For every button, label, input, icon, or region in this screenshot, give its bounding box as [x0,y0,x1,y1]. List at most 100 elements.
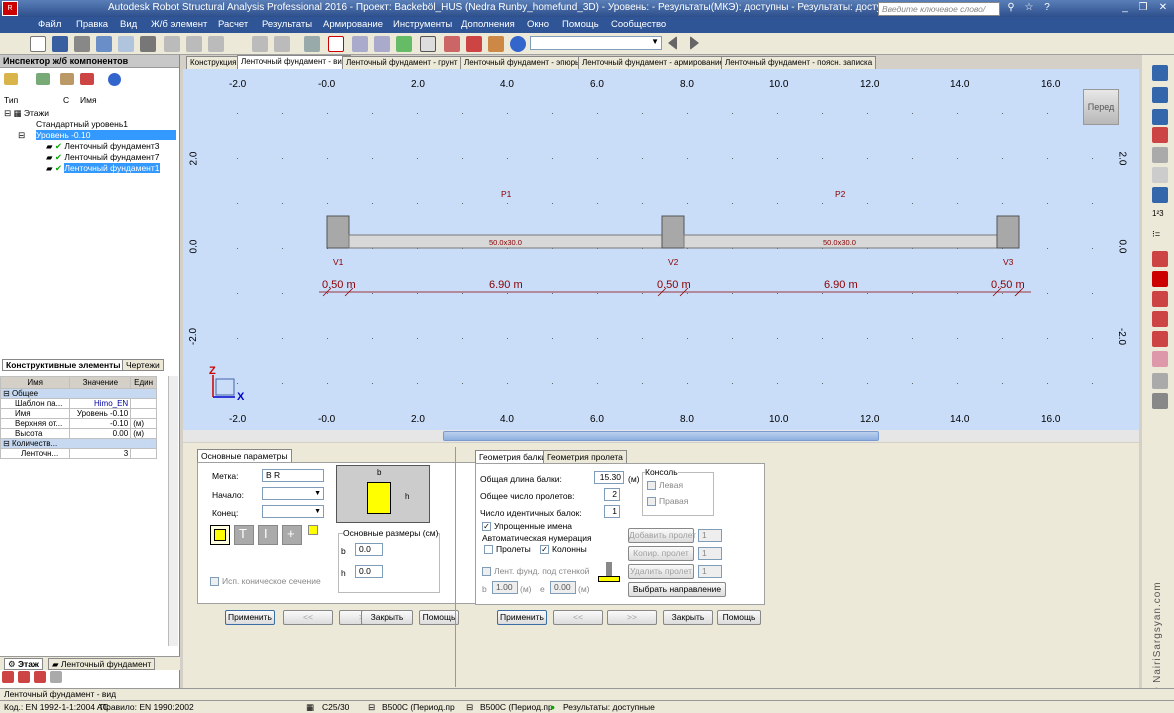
delete-span-button[interactable]: Удалить пролет [628,564,694,579]
t-section-button[interactable]: T [234,525,254,545]
copy-icon[interactable] [186,36,202,52]
star-icon[interactable]: ☆ [1022,1,1036,14]
menu-rc-element[interactable]: Ж/б элемент [151,19,207,30]
h-input[interactable]: 0.0 [355,565,383,578]
save-icon[interactable] [52,36,68,52]
minimize-icon[interactable]: _ [1118,1,1132,14]
apply-button[interactable]: Применить [497,610,547,625]
people-icon[interactable] [444,36,460,52]
globe-help-icon[interactable] [510,36,526,52]
tree-node-level[interactable]: Уровень -0.10 [36,130,176,140]
select-direction-button[interactable]: Выбрать направление [628,582,726,597]
report-icon[interactable] [118,36,134,52]
tab-strip-foundation[interactable]: ▰ Ленточный фундамент [48,658,156,670]
help-icon[interactable]: ? [1040,1,1054,14]
load-icon[interactable] [1152,187,1168,203]
right-console-checkbox[interactable] [647,497,656,506]
close-button[interactable]: Закрыть [361,610,413,625]
prop-row[interactable]: Шаблон па... Himo_EN [0,398,157,409]
wrench-icon[interactable] [488,36,504,52]
tab-strip-reinforcement[interactable]: Ленточный фундамент - армирование [578,56,728,69]
dimension-icon[interactable] [1152,291,1168,307]
t-section-icon[interactable] [1152,271,1168,287]
search-input[interactable]: Введите ключевое слово/фразу [878,2,1000,26]
model-icon[interactable] [466,36,482,52]
paste-icon[interactable] [208,36,224,52]
delete-span-spin[interactable]: 1 [698,565,722,578]
tree-node-standard-level[interactable]: Стандартный уровень1 [36,119,128,129]
calc-icon[interactable] [420,36,436,52]
identical-input[interactable]: 1 [604,505,620,518]
copy-span-button[interactable]: Копир. пролет [628,546,694,561]
scrollbar-thumb[interactable] [443,431,879,441]
level-icon[interactable] [2,671,14,683]
menu-analysis[interactable]: Расчет [218,19,248,30]
redo-icon[interactable] [274,36,290,52]
close-icon[interactable]: ✕ [1156,1,1170,14]
menu-reinforcement[interactable]: Армирование [323,19,383,30]
tab-strip-view[interactable]: Ленточный фундамент - вид [237,55,351,69]
menu-window[interactable]: Окно [527,19,549,30]
close-button[interactable]: Закрыть [663,610,713,625]
tab-beam-geometry[interactable]: Геометрия балки [475,450,550,463]
help-button[interactable]: Помощь [419,610,459,625]
prev-button[interactable]: << [283,610,333,625]
help-circle-icon[interactable] [108,73,121,86]
display-icon[interactable] [1152,147,1168,163]
pan-icon[interactable] [374,36,390,52]
book-icon[interactable] [96,36,112,52]
stair-icon[interactable] [18,671,30,683]
cube-icon[interactable] [1152,167,1168,183]
menu-file[interactable]: Файл [38,19,61,30]
pencil-icon[interactable] [36,73,50,85]
menu-addons[interactable]: Дополнения [461,19,515,30]
binoculars-icon[interactable]: ⚲ [1004,1,1018,14]
tab-structure[interactable]: Конструкция [186,56,241,69]
help-button[interactable]: Помощь [717,610,761,625]
left-console-checkbox[interactable] [647,481,656,490]
tab-span-geometry[interactable]: Геометрия пролета [543,450,627,463]
total-length-input[interactable]: 15.30 [594,471,624,484]
stacked-icon[interactable] [1152,351,1168,367]
select-icon[interactable] [328,36,344,52]
wall-e-input[interactable]: 0.00 [550,581,576,594]
prop-row[interactable]: Высота 0.00 (м) [0,428,157,439]
copy-span-spin[interactable]: 1 [698,547,722,560]
table-view-icon[interactable] [1152,393,1168,409]
tab-strip-diagrams[interactable]: Ленточный фундамент - эпюры [460,56,585,69]
add-span-button[interactable]: Добавить пролет [628,528,696,543]
wall-checkbox[interactable] [482,567,491,576]
conical-checkbox[interactable] [210,577,219,586]
bars-icon[interactable] [1152,127,1168,143]
menu-edit[interactable]: Правка [76,19,108,30]
tree-node-floors[interactable]: ⊟ ▦ Этажи [4,108,49,119]
b-input[interactable]: 0.0 [355,543,383,556]
toolbar-dropdown[interactable]: ▼ [530,36,662,50]
simplified-names-checkbox[interactable]: ✓ [482,522,491,531]
tab-strip-notes[interactable]: Ленточный фундамент - поясн. записка [721,56,877,69]
columns-checkbox[interactable]: ✓ [540,545,549,554]
properties-scrollbar[interactable] [168,376,178,646]
span-icon[interactable] [1152,311,1168,327]
menu-help[interactable]: Помощь [562,19,599,30]
axis-icon[interactable]: ⁝= [1152,229,1160,240]
tree-expander-icon[interactable]: ⊟ [18,130,25,141]
tab-structural-elements[interactable]: Конструктивные элементы [2,359,125,371]
support-v3[interactable] [996,215,1020,249]
prop-group-general[interactable]: ⊟ Общее [0,388,157,399]
prop-group-count[interactable]: ⊟ Количеств... [0,438,157,449]
cross-section-button[interactable]: + [282,525,302,545]
delete-icon[interactable] [80,73,94,85]
arrow-right-icon[interactable] [690,36,699,50]
menu-results[interactable]: Результаты [262,19,312,30]
apply-button[interactable]: Применить [225,610,275,625]
i-section-button[interactable]: I [258,525,278,545]
grid-icon[interactable] [1152,373,1168,389]
cut-icon[interactable] [164,36,180,52]
tab-drawings[interactable]: Чертежи [122,359,164,371]
views-icon[interactable] [1152,65,1168,81]
tab-strip-soil[interactable]: Ленточный фундамент - грунт [342,56,462,69]
next-button[interactable]: >> [607,610,657,625]
frame-icon[interactable] [1152,251,1168,267]
add-span-spin[interactable]: 1 [698,529,722,542]
